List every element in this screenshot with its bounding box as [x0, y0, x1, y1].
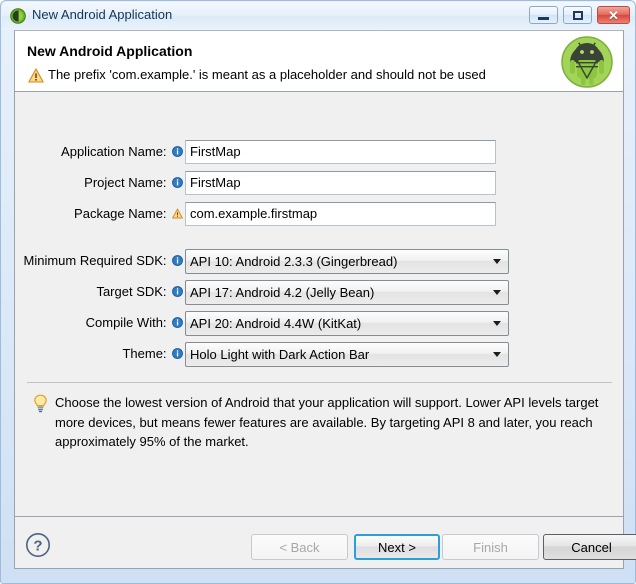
label-application-name: Application Name: — [15, 140, 183, 164]
next-button[interactable]: Next > — [354, 534, 440, 560]
info-icon[interactable] — [172, 286, 183, 297]
window-title: New Android Application — [32, 7, 173, 22]
target-sdk-select[interactable]: API 17: Android 4.2 (Jelly Bean) — [185, 280, 509, 305]
label-compile-with: Compile With: — [15, 311, 183, 335]
minimize-button[interactable] — [529, 6, 558, 24]
android-green-icon — [10, 8, 26, 24]
finish-button[interactable]: Finish — [442, 534, 539, 560]
project-name-input[interactable]: FirstMap — [185, 171, 496, 195]
page-title: New Android Application — [27, 43, 193, 59]
help-question-icon[interactable]: ? — [25, 532, 51, 558]
dialog-body: New Android Application The prefix 'com.… — [14, 30, 636, 569]
chevron-down-icon[interactable] — [493, 290, 501, 295]
android-robot-logo — [561, 36, 613, 88]
dialog-header: New Android Application The prefix 'com.… — [15, 31, 623, 92]
close-icon: ✕ — [608, 7, 619, 23]
label-target-sdk: Target SDK: — [15, 280, 183, 304]
label-package-name: Package Name: — [15, 202, 183, 226]
svg-text:?: ? — [33, 537, 42, 554]
warning-icon[interactable] — [172, 208, 183, 219]
info-icon[interactable] — [172, 146, 183, 157]
hint-text: Choose the lowest version of Android tha… — [55, 395, 599, 449]
footer-separator — [15, 516, 623, 517]
chevron-down-icon[interactable] — [493, 352, 501, 357]
label-minimum-required-sdk: Minimum Required SDK: — [15, 249, 183, 273]
warning-triangle-icon — [28, 68, 44, 83]
application-name-input[interactable]: FirstMap — [185, 140, 496, 164]
chevron-down-icon[interactable] — [493, 321, 501, 326]
field-row-target-sdk: Target SDK: API 17: Android 4.2 (Jelly B… — [15, 280, 515, 305]
info-icon[interactable] — [172, 317, 183, 328]
field-row-compile-with: Compile With: API 20: Android 4.4W (KitK… — [15, 311, 515, 336]
hint-separator — [27, 382, 612, 383]
header-warning-text: The prefix 'com.example.' is meant as a … — [48, 67, 486, 82]
label-project-name: Project Name: — [15, 171, 183, 195]
info-icon[interactable] — [172, 177, 183, 188]
back-button[interactable]: < Back — [251, 534, 348, 560]
close-button[interactable]: ✕ — [597, 6, 630, 24]
maximize-icon — [572, 10, 583, 20]
label-theme: Theme: — [15, 342, 183, 366]
field-row-project-name: Project Name: FirstMap — [15, 171, 515, 195]
compile-with-select[interactable]: API 20: Android 4.4W (KitKat) — [185, 311, 509, 336]
minimum-required-sdk-select[interactable]: API 10: Android 2.3.3 (Gingerbread) — [185, 249, 509, 274]
info-icon[interactable] — [172, 348, 183, 359]
package-name-input[interactable]: com.example.firstmap — [185, 202, 496, 226]
lightbulb-icon — [34, 394, 47, 413]
field-row-package-name: Package Name: com.example.firstmap — [15, 202, 515, 226]
field-row-application-name: Application Name: FirstMap — [15, 140, 515, 164]
dialog-window: New Android Application ✕ New Android Ap… — [0, 0, 636, 584]
theme-select[interactable]: Holo Light with Dark Action Bar — [185, 342, 509, 367]
chevron-down-icon[interactable] — [493, 259, 501, 264]
minimize-icon — [538, 16, 549, 20]
cancel-button[interactable]: Cancel — [543, 534, 636, 560]
maximize-button[interactable] — [563, 6, 592, 24]
title-bar[interactable]: New Android Application ✕ — [2, 2, 635, 30]
info-icon[interactable] — [172, 255, 183, 266]
field-row-theme: Theme: Holo Light with Dark Action Bar — [15, 342, 515, 367]
field-row-minimum-sdk: Minimum Required SDK: API 10: Android 2.… — [15, 249, 515, 274]
